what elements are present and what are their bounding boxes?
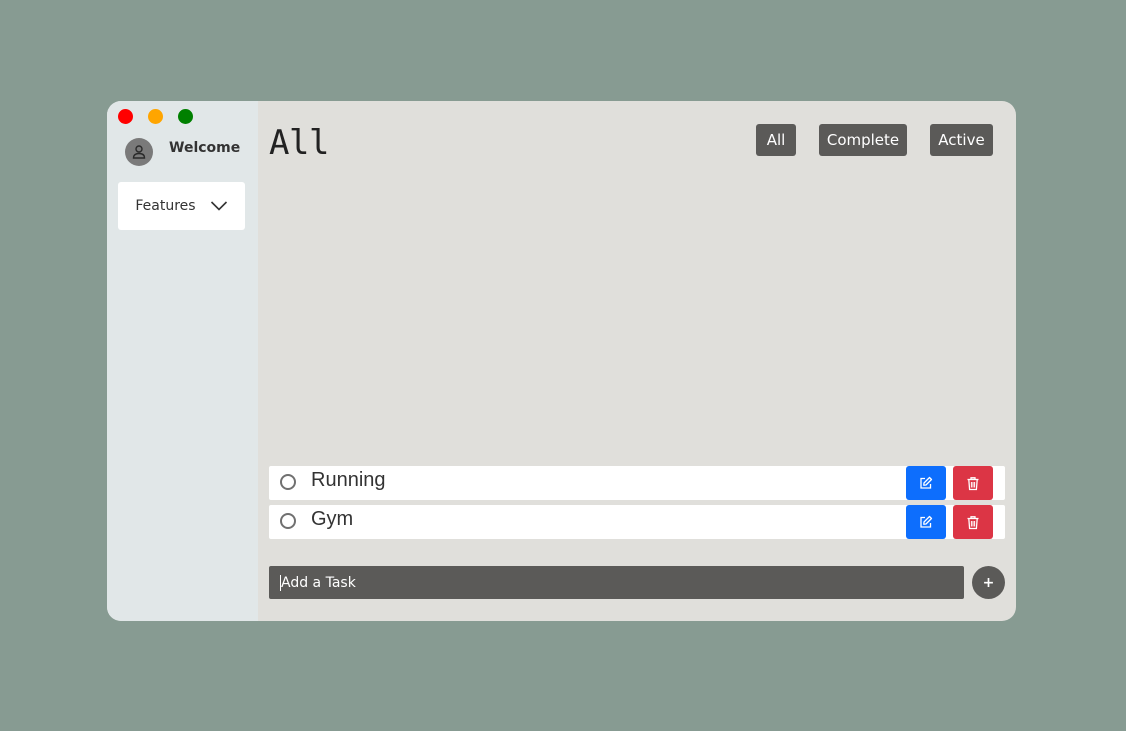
add-task-input[interactable]: Add a Task xyxy=(269,566,964,599)
filter-active-button[interactable]: Active xyxy=(930,124,993,156)
app-window: Welcome Features All All Complete Active… xyxy=(107,101,1016,621)
edit-icon xyxy=(920,476,933,489)
welcome-text: Welcome xyxy=(169,140,241,156)
task-name: Gym xyxy=(311,508,354,530)
task-checkbox[interactable] xyxy=(280,513,296,529)
delete-task-button[interactable] xyxy=(953,505,993,539)
filter-all-button[interactable]: All xyxy=(756,124,796,156)
edit-task-button[interactable] xyxy=(906,505,946,539)
main-panel: All All Complete Active Running Gym Add … xyxy=(258,101,1016,621)
edit-task-button[interactable] xyxy=(906,466,946,500)
trash-icon xyxy=(967,515,979,529)
filter-complete-button[interactable]: Complete xyxy=(819,124,907,156)
task-row: Gym xyxy=(269,505,1005,539)
maximize-window-button[interactable] xyxy=(178,109,193,124)
chevron-down-icon xyxy=(210,200,228,212)
features-label: Features xyxy=(135,198,196,214)
task-checkbox[interactable] xyxy=(280,474,296,490)
minimize-window-button[interactable] xyxy=(148,109,163,124)
task-name: Running xyxy=(311,469,386,491)
add-task-button[interactable]: + xyxy=(972,566,1005,599)
sidebar: Welcome Features xyxy=(107,101,258,621)
trash-icon xyxy=(967,476,979,490)
edit-icon xyxy=(920,515,933,528)
add-task-placeholder: Add a Task xyxy=(281,574,356,591)
user-profile: Welcome xyxy=(125,138,240,166)
features-dropdown[interactable]: Features xyxy=(118,182,245,230)
delete-task-button[interactable] xyxy=(953,466,993,500)
task-row: Running xyxy=(269,466,1005,500)
user-icon xyxy=(125,138,153,166)
page-title: All xyxy=(269,123,329,163)
close-window-button[interactable] xyxy=(118,109,133,124)
